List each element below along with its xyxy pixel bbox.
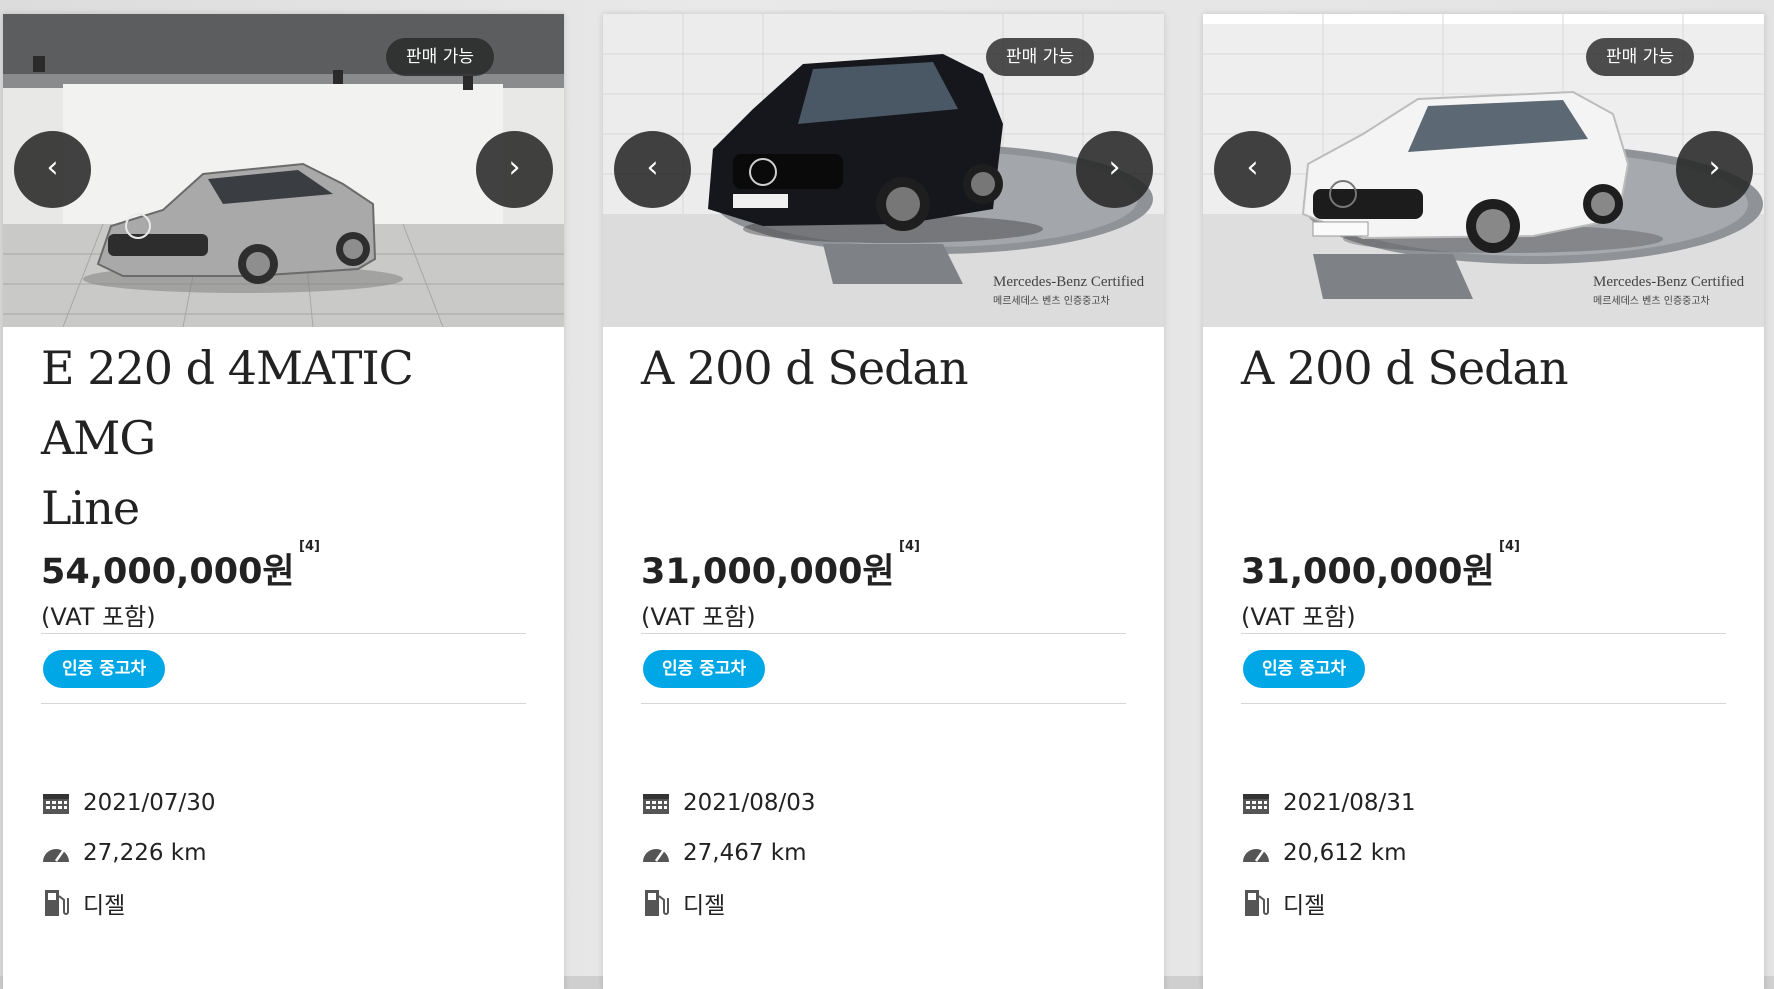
vat-note: (VAT 포함) [641, 603, 756, 631]
fuel-type: 디젤 [683, 893, 726, 919]
certified-used-badge: 인증 중고차 [43, 649, 166, 688]
certified-used-badge: 인증 중고차 [1243, 649, 1366, 688]
vehicle-title[interactable]: E 220 d 4MATIC AMG Line [41, 327, 526, 543]
vat-note: (VAT 포함) [41, 603, 156, 631]
vehicle-card[interactable]: 판매 가능 ‹ › E 220 d 4MATIC AMG Line 54,000… [3, 14, 564, 989]
spec-fuel: 디젤 [641, 878, 1126, 928]
next-image-button[interactable]: › [1076, 131, 1153, 208]
title-line: A 200 d Sedan [641, 341, 969, 395]
price: 31,000,000원 [641, 552, 895, 592]
footnote-link[interactable]: [4] [899, 539, 920, 554]
title-line: Line [41, 481, 140, 535]
previous-image-button[interactable]: ‹ [1214, 131, 1291, 208]
divider [41, 703, 526, 704]
divider [1241, 703, 1726, 704]
image-gallery[interactable]: Mercedes-Benz Certified 메르세데스 벤츠 인증중고차 판… [603, 14, 1164, 327]
title-line: E 220 d 4MATIC AMG [41, 341, 414, 465]
price: 31,000,000원 [1241, 552, 1495, 592]
price: 54,000,000원 [41, 552, 295, 592]
fuel-pump-icon [1241, 888, 1271, 918]
spec-mileage: 20,612 km [1241, 828, 1726, 878]
mileage: 27,467 km [683, 840, 807, 866]
registration-date: 2021/08/31 [1283, 790, 1416, 816]
spec-date: 2021/07/30 [41, 778, 526, 828]
watermark-text: Mercedes-Benz Certified [993, 274, 1145, 290]
spec-list: 2021/08/31 20,612 km 디젤 [1241, 778, 1726, 928]
spec-date: 2021/08/03 [641, 778, 1126, 828]
image-gallery[interactable]: Mercedes-Benz Certified 메르세데스 벤츠 인증중고차 판… [1203, 14, 1764, 327]
speedometer-icon [641, 838, 671, 868]
spec-mileage: 27,467 km [641, 828, 1126, 878]
footnote-link[interactable]: [4] [1499, 539, 1520, 554]
registration-date: 2021/08/03 [683, 790, 816, 816]
spec-list: 2021/08/03 27,467 km 디젤 [641, 778, 1126, 928]
fuel-type: 디젤 [83, 893, 126, 919]
vehicle-card[interactable]: Mercedes-Benz Certified 메르세데스 벤츠 인증중고차 판… [1203, 14, 1764, 989]
vehicle-card[interactable]: Mercedes-Benz Certified 메르세데스 벤츠 인증중고차 판… [603, 14, 1164, 989]
watermark-text: 메르세데스 벤츠 인증중고차 [993, 295, 1110, 307]
fuel-pump-icon [41, 888, 71, 918]
fuel-pump-icon [641, 888, 671, 918]
previous-image-button[interactable]: ‹ [614, 131, 691, 208]
vehicle-title[interactable]: A 200 d Sedan [1241, 327, 1726, 543]
vat-note: (VAT 포함) [1241, 603, 1356, 631]
previous-image-button[interactable]: ‹ [14, 131, 91, 208]
watermark-text: 메르세데스 벤츠 인증중고차 [1593, 295, 1710, 307]
availability-badge: 판매 가능 [1586, 38, 1694, 76]
spec-mileage: 27,226 km [41, 828, 526, 878]
image-gallery[interactable]: 판매 가능 ‹ › [3, 14, 564, 327]
calendar-icon [41, 788, 71, 818]
registration-date: 2021/07/30 [83, 790, 216, 816]
next-image-button[interactable]: › [476, 131, 553, 208]
speedometer-icon [1241, 838, 1271, 868]
calendar-icon [641, 788, 671, 818]
speedometer-icon [41, 838, 71, 868]
title-line: A 200 d Sedan [1241, 341, 1569, 395]
watermark-text: Mercedes-Benz Certified [1593, 274, 1745, 290]
vehicle-title[interactable]: A 200 d Sedan [641, 327, 1126, 543]
divider [641, 703, 1126, 704]
listing-page: 판매 가능 ‹ › E 220 d 4MATIC AMG Line 54,000… [0, 0, 1774, 989]
certified-used-badge: 인증 중고차 [643, 649, 766, 688]
mileage: 20,612 km [1283, 840, 1407, 866]
spec-fuel: 디젤 [1241, 878, 1726, 928]
spec-fuel: 디젤 [41, 878, 526, 928]
fuel-type: 디젤 [1283, 893, 1326, 919]
spec-date: 2021/08/31 [1241, 778, 1726, 828]
availability-badge: 판매 가능 [386, 38, 494, 76]
next-image-button[interactable]: › [1676, 131, 1753, 208]
calendar-icon [1241, 788, 1271, 818]
mileage: 27,226 km [83, 840, 207, 866]
spec-list: 2021/07/30 27,226 km 디젤 [41, 778, 526, 928]
availability-badge: 판매 가능 [986, 38, 1094, 76]
footnote-link[interactable]: [4] [299, 539, 320, 554]
